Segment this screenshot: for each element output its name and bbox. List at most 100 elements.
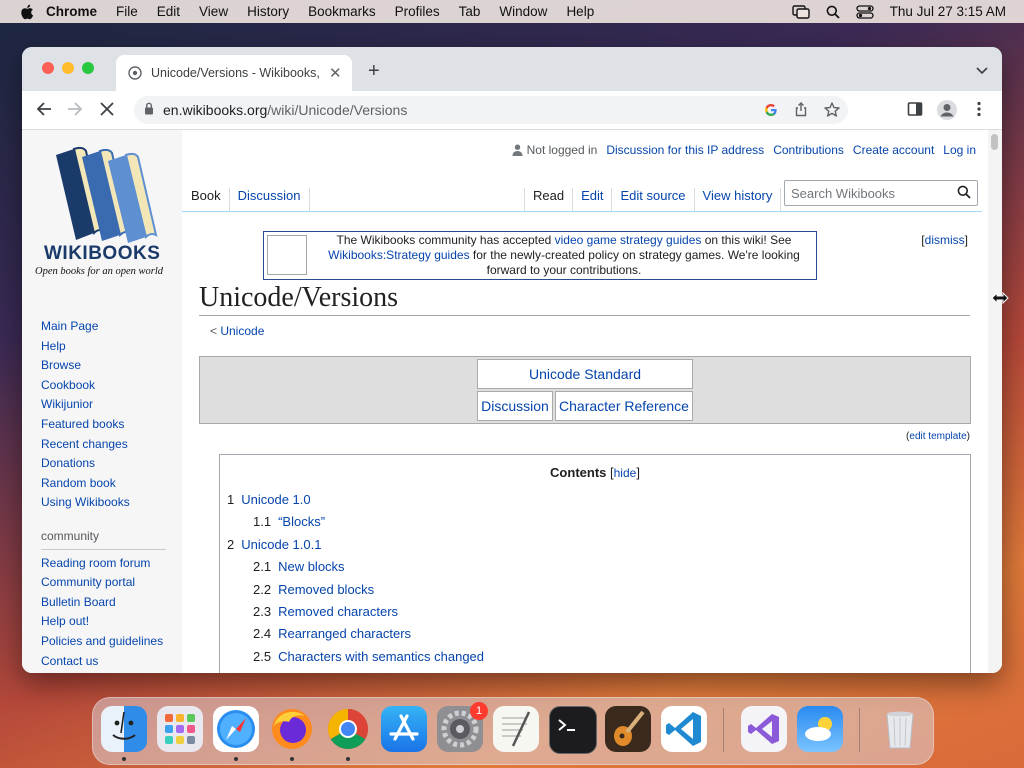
sidebar-item-using-wikibooks[interactable]: Using Wikibooks [41,493,166,513]
tab-discussion[interactable]: Discussion [230,188,310,211]
stop-loading-icon[interactable] [99,101,115,120]
toc-link[interactable]: Unicode 1.0 [241,492,310,507]
tab-book[interactable]: Book [182,188,230,211]
search-icon[interactable] [957,185,971,202]
garageband-icon[interactable] [605,706,651,752]
toc-link[interactable]: Characters with semantics changed [278,649,484,664]
notice-policy-link[interactable]: Wikibooks:Strategy guides [328,248,469,262]
toc-item[interactable]: 1.1 “Blocks” [253,511,484,533]
menu-profiles[interactable]: Profiles [395,4,440,19]
screen-mirroring-icon[interactable] [791,4,810,19]
toc-link[interactable]: “Blocks” [278,514,325,529]
menu-file[interactable]: File [116,4,138,19]
toc-link[interactable]: New blocks [278,559,344,574]
wikibooks-logo[interactable]: WIKIBOOKS Open books for an open world [34,145,174,280]
spotlight-search-icon[interactable] [826,5,840,19]
toc-hide-link[interactable]: hide [614,466,637,480]
toc-item[interactable]: 2.2 Removed blocks [253,579,484,601]
bookmark-star-icon[interactable] [824,102,840,120]
firefox-icon[interactable] [269,706,315,752]
weather-icon[interactable] [797,706,843,752]
sidebar-item-browse[interactable]: Browse [41,356,166,376]
finder-icon[interactable] [101,706,147,752]
app-store-icon[interactable] [381,706,427,752]
toc-item[interactable]: 2.3 Removed characters [253,601,484,623]
sidebar-item-donations[interactable]: Donations [41,454,166,474]
window-zoom-button[interactable] [82,62,94,74]
window-minimize-button[interactable] [62,62,74,74]
sidebar-item-recent-changes[interactable]: Recent changes [41,435,166,455]
sidebar-item-help[interactable]: Help [41,337,166,357]
menu-window[interactable]: Window [499,4,547,19]
scrollbar-thumb[interactable] [991,134,998,150]
log-in-link[interactable]: Log in [943,143,976,157]
sidebar-item-cookbook[interactable]: Cookbook [41,376,166,396]
control-center-icon[interactable] [856,4,874,19]
toc-link[interactable]: Removed blocks [278,582,374,597]
sidebar-item-help-out[interactable]: Help out! [41,612,166,632]
contributions-link[interactable]: Contributions [773,143,844,157]
create-account-link[interactable]: Create account [853,143,934,157]
discussion-ip-link[interactable]: Discussion for this IP address [606,143,764,157]
browser-tab-active[interactable]: Unicode/Versions - Wikibooks, o ✕ [116,55,352,91]
sidebar-item-featured-books[interactable]: Featured books [41,415,166,435]
sidebar-item-policies-and-guidelines[interactable]: Policies and guidelines [41,632,166,652]
tab-edit-source[interactable]: Edit source [612,188,695,211]
visual-studio-icon[interactable] [741,706,787,752]
side-panel-icon[interactable] [907,101,923,120]
breadcrumb-unicode-link[interactable]: Unicode [220,324,264,338]
notice-strategy-guides-link[interactable]: video game strategy guides [555,233,702,247]
tab-search-chevron-icon[interactable] [976,63,988,78]
navbox-unicode-standard[interactable]: Unicode Standard [477,359,693,389]
navbox-discussion[interactable]: Discussion [477,391,553,421]
chrome-icon[interactable] [325,706,371,752]
address-url[interactable]: en.wikibooks.org/wiki/Unicode/Versions [163,102,407,118]
sidebar-item-wikijunior[interactable]: Wikijunior [41,395,166,415]
address-bar[interactable]: en.wikibooks.org/wiki/Unicode/Versions [134,96,848,124]
forward-arrow-icon[interactable] [67,101,83,120]
back-arrow-icon[interactable] [36,101,52,120]
toc-link[interactable]: Unicode 1.0.1 [241,537,321,552]
sidebar-item-random-book[interactable]: Random book [41,474,166,494]
sidebar-item-contact-us[interactable]: Contact us [41,652,166,672]
menu-edit[interactable]: Edit [157,4,180,19]
menu-view[interactable]: View [199,4,228,19]
launchpad-icon[interactable] [157,706,203,752]
menubar-clock[interactable]: Thu Jul 27 3:15 AM [890,4,1006,19]
menu-tab[interactable]: Tab [459,4,481,19]
tab-edit[interactable]: Edit [573,188,613,211]
textedit-icon[interactable] [493,706,539,752]
tab-close-icon[interactable]: ✕ [329,64,342,82]
wiki-search-input[interactable]: Search Wikibooks [784,180,978,206]
menu-app-chrome[interactable]: Chrome [46,4,97,19]
sidebar-item-main-page[interactable]: Main Page [41,317,166,337]
lock-icon[interactable] [144,102,154,118]
sidebar-item-community-portal[interactable]: Community portal [41,573,166,593]
toc-item[interactable]: 2.1 New blocks [253,556,484,578]
profile-avatar-icon[interactable] [936,99,958,124]
menu-help[interactable]: Help [566,4,594,19]
toc-item[interactable]: 2.4 Rearranged characters [253,623,484,645]
page-scrollbar[interactable] [988,130,1002,673]
notice-dismiss-link[interactable]: dismiss [925,233,965,247]
share-icon[interactable] [794,102,808,120]
new-tab-button[interactable]: + [368,60,380,83]
safari-icon[interactable] [213,706,259,752]
window-close-button[interactable] [42,62,54,74]
sidebar-item-reading-room-forum[interactable]: Reading room forum [41,554,166,574]
toc-link[interactable]: Removed characters [278,604,398,619]
tab-view-history[interactable]: View history [695,188,782,211]
menu-bookmarks[interactable]: Bookmarks [308,4,376,19]
chrome-menu-kebab-icon[interactable] [977,101,981,120]
navbox-character-reference[interactable]: Character Reference [555,391,693,421]
sidebar-item-bulletin-board[interactable]: Bulletin Board [41,593,166,613]
toc-link[interactable]: Rearranged characters [278,626,411,641]
google-lens-icon[interactable] [764,103,778,120]
toc-item[interactable]: 2 Unicode 1.0.1 [227,534,484,556]
edit-template-link[interactable]: edit template [909,431,966,442]
tab-read[interactable]: Read [524,188,574,211]
menu-history[interactable]: History [247,4,289,19]
toc-item[interactable]: 2.5 Characters with semantics changed [253,646,484,668]
apple-icon[interactable] [20,4,34,20]
vscode-icon[interactable] [661,706,707,752]
